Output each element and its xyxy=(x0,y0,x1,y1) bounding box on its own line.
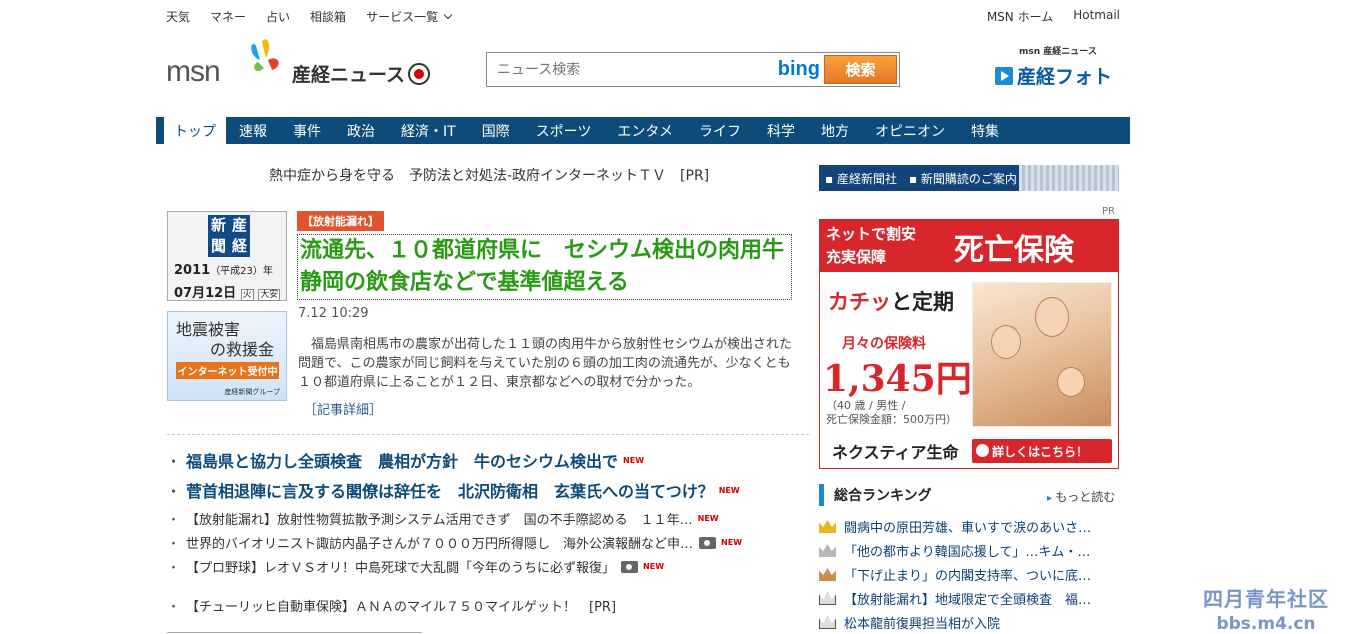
ad-more-button: 詳しくはこちら！ xyxy=(972,439,1112,463)
tab-sports[interactable]: スポーツ xyxy=(523,117,605,144)
ranking-item: 【放射能漏れ】地域限定で全頭検査 福… xyxy=(819,589,1119,608)
family-photo xyxy=(972,282,1112,427)
tab-incidents[interactable]: 事件 xyxy=(280,117,334,144)
new-badge: NEW xyxy=(643,562,665,571)
tab-international[interactable]: 国際 xyxy=(469,117,523,144)
main-nav: トップ 速報 事件 政治 経済・IT 国際 スポーツ エンタメ ライフ 科学 地… xyxy=(156,117,1130,144)
sankei-paper-logo: 新 産 聞 経 xyxy=(208,215,250,257)
tab-opinion[interactable]: オピニオン xyxy=(862,117,958,144)
ranking-more-link[interactable]: もっと読む xyxy=(1047,488,1115,505)
msn-butterfly-icon xyxy=(251,39,279,72)
list-item: ・ 福島県と協力し全頭検査 農相が方針 牛のセシウム検出で NEW xyxy=(167,448,644,472)
new-badge: NEW xyxy=(718,485,740,495)
headline-link[interactable]: 流通先、１０都道府県に セシウム検出の肉用牛 静岡の飲食店などで基準値超える xyxy=(297,234,806,300)
tab-features[interactable]: 特集 xyxy=(958,117,1012,144)
tab-breaking[interactable]: 速報 xyxy=(226,117,280,144)
pr-label: PR xyxy=(1102,206,1115,217)
insurance-ad[interactable]: ネットで割安 充実保障 死亡保険 カチッと定期 月々の保険料 1,345円 （4… xyxy=(819,219,1119,469)
list-item: ・ 【チューリッヒ自動車保険】ＡＮＡのマイル７５０マイルゲット！ [PR] xyxy=(167,596,616,615)
crown-icon xyxy=(819,544,836,557)
nav-fortune-link[interactable]: 占い xyxy=(266,8,290,25)
news-link[interactable]: 菅首相退陣に言及する閣僚は辞任を 北沢防衛相 玄葉氏への当てつけ？ xyxy=(186,478,714,502)
tab-life[interactable]: ライフ xyxy=(686,117,754,144)
ranking-item: 闘病中の原田芳雄、車いすで涙のあいさ… xyxy=(819,517,1119,536)
nav-weather-link[interactable]: 天気 xyxy=(166,8,190,25)
article-time: 7.12 10:29 xyxy=(298,306,369,321)
crown-icon xyxy=(819,520,836,533)
list-item: ・ 菅首相退陣に言及する閣僚は辞任を 北沢防衛相 玄葉氏への当てつけ？ NEW xyxy=(167,478,740,502)
tab-entertainment[interactable]: エンタメ xyxy=(604,117,686,144)
ranking-link[interactable]: 松本龍前復興担当相が入院 xyxy=(844,613,1000,632)
pr-news-link[interactable]: 【チューリッヒ自動車保険】ＡＮＡのマイル７５０マイルゲット！ [PR] xyxy=(186,596,616,615)
date-year: 2011（平成23）年 xyxy=(174,263,273,278)
ranking-item: 「下げ止まり」の内閣支持率、ついに底… xyxy=(819,565,1119,584)
new-badge: NEW xyxy=(697,514,719,523)
search-button[interactable]: 検索 xyxy=(824,55,897,84)
watermark: 四月青年社区 bbs.m4.cn xyxy=(1203,587,1329,634)
ranking-link[interactable]: 「下げ止まり」の内閣支持率、ついに底… xyxy=(844,565,1091,584)
list-item: ・ 【プロ野球】レオＶＳオリ！中島死球で大乱闘「今年のうちに必ず報復」 NEW xyxy=(167,557,664,576)
top-nav: 天気 マネー 占い 相談箱 サービス一覧 xyxy=(166,8,451,25)
nav-money-link[interactable]: マネー xyxy=(210,8,246,25)
tab-politics[interactable]: 政治 xyxy=(334,117,388,144)
ranking-link[interactable]: 【放射能漏れ】地域限定で全頭検査 福… xyxy=(844,589,1091,608)
top-links: MSN ホーム Hotmail xyxy=(987,8,1120,25)
pr-link[interactable]: 熱中症から身を守る 予防法と対処法-政府インターネットＴＶ [PR] xyxy=(269,165,709,185)
tab-science[interactable]: 科学 xyxy=(754,117,808,144)
ranking-link[interactable]: 「他の都市より韓国応援して」…キム・… xyxy=(844,541,1090,560)
crown-icon xyxy=(819,616,836,629)
msn-logo[interactable]: msn xyxy=(166,38,291,88)
bing-logo: bing xyxy=(777,58,820,80)
article-detail-link[interactable]: ［記事詳細］ xyxy=(304,399,382,418)
new-badge: NEW xyxy=(721,538,743,547)
article-body: 福島県南相馬市の農家が出荷した１１頭の肉用牛から放射性セシウムが検出された問題で… xyxy=(298,337,793,390)
sankei-photo-logo[interactable]: msn 産経ニュース 産経フォト xyxy=(995,44,1125,88)
sankei-subscription-banner[interactable]: ▪ 産経新聞社 ▪ 新聞購読のご案内 xyxy=(819,165,1119,191)
crown-icon xyxy=(819,592,836,605)
divider xyxy=(167,632,422,633)
new-badge: NEW xyxy=(623,455,645,465)
tab-economy-it[interactable]: 経済・IT xyxy=(388,117,469,144)
news-link[interactable]: 福島県と協力し全頭検査 農相が方針 牛のセシウム検出で xyxy=(186,448,618,472)
list-item: ・ 世界的バイオリニスト諏訪内晶子さんが７０００万円所得隠し 海外公演報酬など申… xyxy=(167,533,742,552)
tab-top[interactable]: トップ xyxy=(164,117,226,144)
divider xyxy=(167,434,809,435)
list-item: ・ 【放射能漏れ】放射性物質拡散予測システム活用できず 国の不手際認める １１年… xyxy=(167,509,719,528)
sankei-news-logo[interactable]: 産経ニュース xyxy=(292,60,431,87)
play-icon xyxy=(995,66,1013,85)
ranking-link[interactable]: 闘病中の原田芳雄、車いすで涙のあいさ… xyxy=(844,517,1091,536)
camera-icon xyxy=(621,560,639,573)
newspaper-image xyxy=(1019,165,1119,191)
nav-advice-link[interactable]: 相談箱 xyxy=(310,8,346,25)
crown-icon xyxy=(819,568,836,581)
tab-regional[interactable]: 地方 xyxy=(808,117,862,144)
camera-icon xyxy=(699,536,717,549)
ranking-item: 松本龍前復興担当相が入院 xyxy=(819,613,1119,632)
ranking-item: 「他の都市より韓国応援して」…キム・… xyxy=(819,541,1119,560)
news-link[interactable]: 【放射能漏れ】放射性物質拡散予測システム活用できず 国の不手際認める １１年… xyxy=(186,509,693,528)
search-box: bing 検索 xyxy=(486,52,900,87)
date-box[interactable]: 新 産 聞 経 2011（平成23）年 07月12日 火 大安 xyxy=(167,211,287,301)
services-dropdown[interactable]: サービス一覧 xyxy=(366,8,451,25)
article-tag[interactable]: 【放射能漏れ】 xyxy=(297,211,384,231)
msn-home-link[interactable]: MSN ホーム xyxy=(987,8,1053,25)
date-day: 07月12日 火 大安 xyxy=(174,286,281,301)
earthquake-donation-banner[interactable]: 地震被害 の救援金 インターネット受付中 産経新聞グループ xyxy=(167,311,287,401)
hotmail-link[interactable]: Hotmail xyxy=(1073,8,1120,25)
sankei-eye-icon xyxy=(408,62,431,85)
news-link[interactable]: 世界的バイオリニスト諏訪内晶子さんが７０００万円所得隠し 海外公演報酬など申… xyxy=(186,533,693,552)
search-input[interactable] xyxy=(489,55,778,84)
news-link[interactable]: 【プロ野球】レオＶＳオリ！中島死球で大乱闘「今年のうちに必ず報復」 xyxy=(186,557,615,576)
